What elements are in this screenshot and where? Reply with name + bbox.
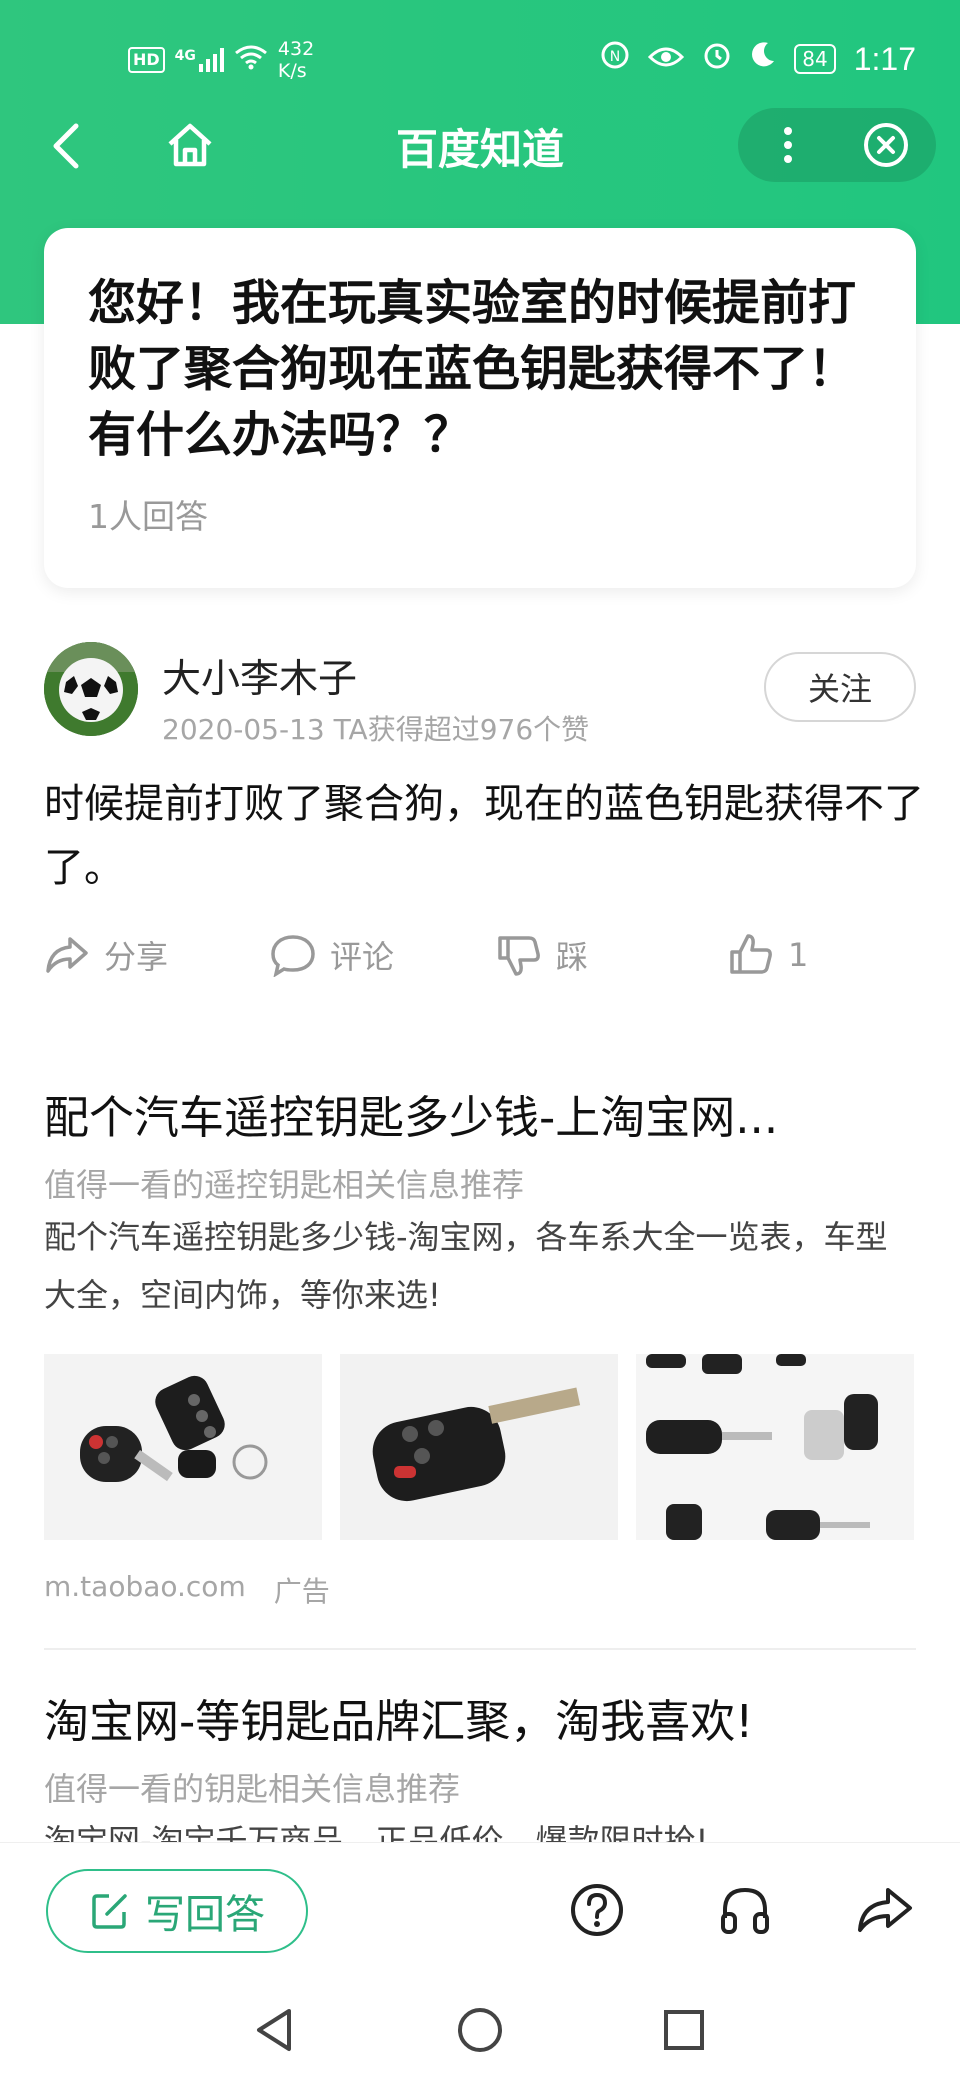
- headphones-icon: [721, 1887, 769, 1934]
- status-left: HD 4G 432 K/s: [128, 38, 314, 82]
- question-card: 您好！我在玩真实验室的时候提前打败了聚合狗现在蓝色钥匙获得不了！有什么办法吗？？…: [44, 228, 916, 588]
- divider: [44, 1648, 916, 1650]
- more-button[interactable]: [748, 108, 828, 182]
- triangle-back-icon: [257, 2009, 291, 2051]
- write-answer-label: 写回答: [145, 1892, 265, 1938]
- net-speed: 432 K/s: [278, 38, 314, 82]
- ad-image-car-key-2[interactable]: [340, 1354, 618, 1540]
- net-speed-value: 432: [277, 38, 315, 60]
- key-collection-image-icon: [636, 1354, 914, 1540]
- share-icon: [46, 937, 88, 973]
- listen-button[interactable]: [712, 1877, 778, 1943]
- avatar[interactable]: [44, 642, 138, 736]
- answer-count: 1人回答: [88, 497, 208, 536]
- ad-subtitle: 值得一看的遥控钥匙相关信息推荐: [44, 1166, 525, 1204]
- write-answer-button[interactable]: 写回答: [46, 1869, 308, 1953]
- follow-button[interactable]: 关注: [764, 652, 916, 722]
- eye-icon: [648, 42, 685, 77]
- moon-icon: [750, 41, 776, 77]
- system-back-button[interactable]: [244, 2000, 304, 2060]
- ad-tag: 广告: [273, 1575, 330, 1608]
- nfc-icon: N: [600, 40, 630, 78]
- hd-badge: HD: [128, 47, 165, 73]
- share-page-button[interactable]: [852, 1877, 918, 1943]
- like-action[interactable]: 1: [728, 932, 808, 978]
- author-meta: 2020-05-13 TA获得超过976个赞: [162, 713, 590, 746]
- ad-image-car-key-1[interactable]: [44, 1354, 322, 1540]
- mini-program-capsule: [738, 108, 936, 182]
- dislike-label: 踩: [556, 938, 589, 976]
- circle-home-icon: [458, 2008, 502, 2052]
- ad-description: 配个汽车遥控钥匙多少钱-淘宝网，各车系大全一览表，车型大全，空间内饰，等你来选!: [44, 1218, 888, 1314]
- battery-indicator: 84: [794, 44, 836, 74]
- system-recents-button[interactable]: [654, 2000, 714, 2060]
- thumbs-down-icon: [498, 936, 540, 976]
- square-recents-icon: [664, 2010, 704, 2050]
- comment-label: 评论: [330, 938, 395, 976]
- close-circle-icon: [864, 123, 908, 167]
- author-name[interactable]: 大小李木子: [162, 648, 357, 704]
- question-title: 您好！我在玩真实验室的时候提前打败了聚合狗现在蓝色钥匙获得不了！有什么办法吗？？: [88, 275, 857, 463]
- share-action[interactable]: 分享: [44, 932, 168, 978]
- ad-title[interactable]: 配个汽车遥控钥匙多少钱-上淘宝网...: [44, 1086, 916, 1150]
- ad-image-car-key-3[interactable]: [636, 1354, 914, 1540]
- ask-question-button[interactable]: [564, 1877, 630, 1943]
- top-nav: 百度知道: [0, 100, 960, 190]
- car-key-image-icon: [44, 1354, 322, 1540]
- ad-title[interactable]: 淘宝网-等钥匙品牌汇聚，淘我喜欢!: [44, 1690, 916, 1754]
- dislike-action[interactable]: 踩: [496, 932, 588, 978]
- system-home-button[interactable]: [450, 2000, 510, 2060]
- ad-source-domain[interactable]: m.taobao.com: [44, 1570, 246, 1610]
- system-nav-bar: [0, 1980, 960, 2080]
- bottom-action-bar: 写回答: [0, 1842, 960, 1980]
- alarm-icon: [702, 40, 732, 78]
- close-button[interactable]: [846, 108, 926, 182]
- status-right: N 84 1:17: [600, 40, 916, 78]
- edit-icon: [92, 1894, 127, 1929]
- more-dots-icon: [784, 127, 792, 163]
- comment-action[interactable]: 评论: [270, 932, 394, 978]
- wifi-icon: [234, 44, 268, 76]
- ad-source: m.taobao.com 广告: [44, 1570, 330, 1610]
- ad-subtitle: 值得一看的钥匙相关信息推荐: [44, 1770, 461, 1808]
- share-label: 分享: [104, 938, 169, 976]
- ad-card-1[interactable]: 配个汽车遥控钥匙多少钱-上淘宝网... 值得一看的遥控钥匙相关信息推荐 配个汽车…: [44, 1086, 916, 1608]
- share-arrow-icon: [858, 1888, 912, 1932]
- like-count: 1: [788, 936, 809, 974]
- flip-key-image-icon: [340, 1354, 618, 1540]
- net-speed-unit: K/s: [277, 60, 307, 82]
- answer-actions: 分享 评论 踩 1: [44, 932, 916, 992]
- thumbs-up-icon: [730, 934, 772, 974]
- svg-text:N: N: [610, 49, 620, 65]
- comment-icon: [271, 935, 315, 977]
- ad-image-row: [44, 1354, 916, 1540]
- clock: 1:17: [853, 40, 916, 77]
- signal-type: 4G: [174, 48, 196, 64]
- question-mark-icon: [571, 1884, 623, 1936]
- signal-icon: 4G: [175, 48, 224, 72]
- answer-text: 时候提前打败了聚合狗，现在的蓝色钥匙获得不了了。: [44, 781, 924, 891]
- soccer-ball-avatar-icon: [44, 642, 138, 736]
